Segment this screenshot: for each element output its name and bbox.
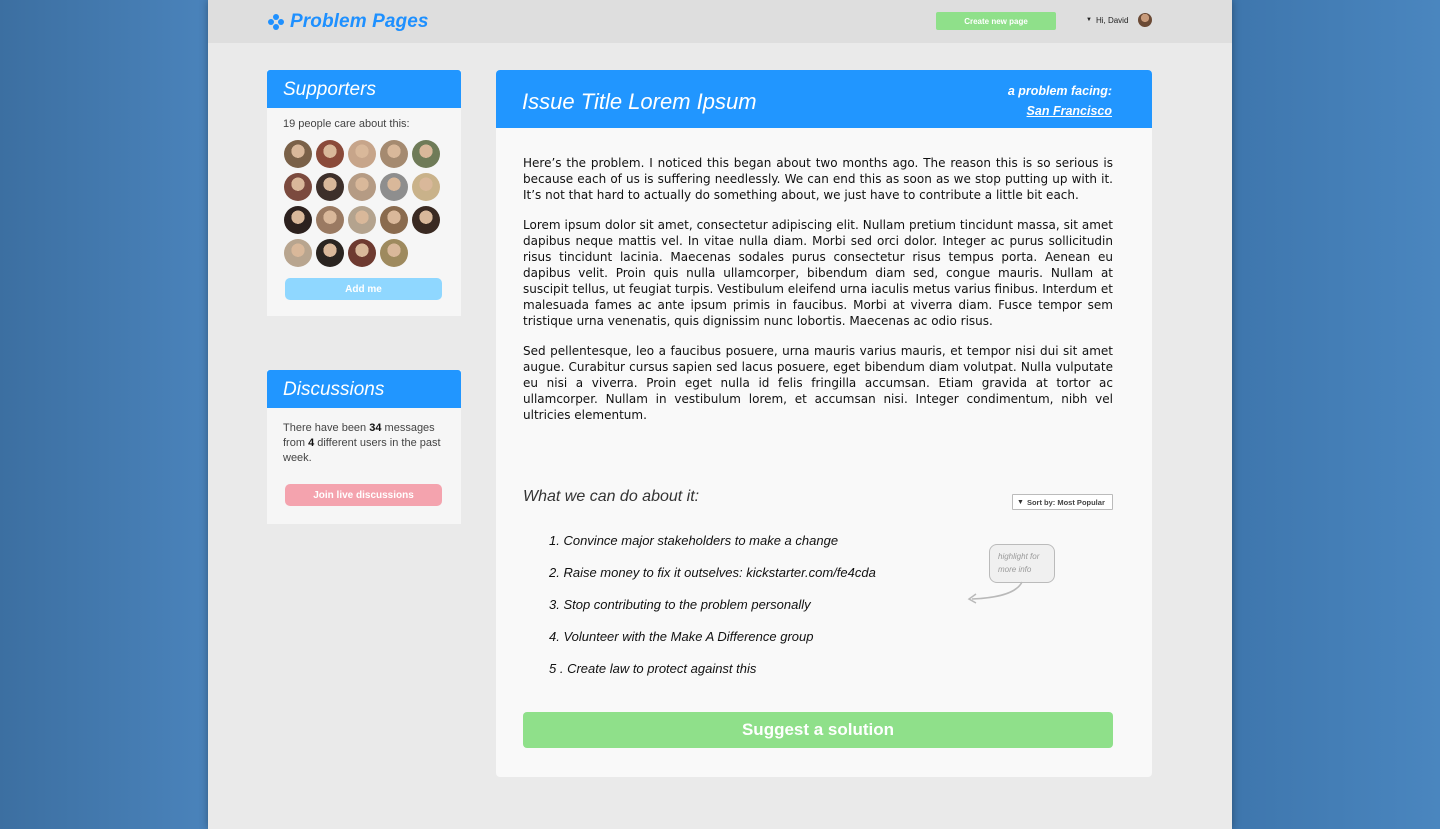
issue-description: Here’s the problem. I noticed this began…	[523, 155, 1113, 437]
user-avatar	[1138, 13, 1153, 27]
caret-down-icon: ▼	[1086, 17, 1092, 23]
desktop-background-left	[0, 0, 208, 829]
problem-facing: a problem facing: San Francisco	[1008, 81, 1112, 121]
supporters-card: Supporters 19 people care about this: Ad…	[267, 70, 461, 316]
discussions-summary: There have been 34 messages from 4 diffe…	[283, 422, 441, 464]
actions-title: What we can do about it:	[523, 488, 700, 505]
supporter-avatar[interactable]	[316, 239, 344, 267]
issue-header: Issue Title Lorem Ipsum a problem facing…	[496, 70, 1152, 128]
supporter-avatar[interactable]	[284, 173, 312, 201]
supporter-avatar[interactable]	[316, 140, 344, 168]
logo-icon	[268, 14, 284, 30]
solution-item[interactable]: 2. Raise money to fix it outselves: kick…	[549, 565, 876, 597]
solution-item[interactable]: 4. Volunteer with the Make A Difference …	[549, 629, 876, 661]
page: Problem Pages Create new page ▼ Hi, Davi…	[208, 0, 1232, 829]
message-count: 34	[369, 422, 382, 434]
supporters-title: Supporters	[267, 70, 461, 108]
supporter-avatar[interactable]	[284, 140, 312, 168]
user-greeting: Hi, David	[1095, 15, 1129, 25]
supporter-avatar[interactable]	[316, 206, 344, 234]
supporter-avatar[interactable]	[284, 239, 312, 267]
dropdown-arrow-icon: ▼	[1017, 498, 1024, 506]
logo[interactable]: Problem Pages	[268, 9, 429, 35]
issue-panel: Issue Title Lorem Ipsum a problem facing…	[496, 70, 1152, 777]
supporter-avatar[interactable]	[348, 140, 376, 168]
description-paragraph: Sed pellentesque, leo a faucibus posuere…	[523, 344, 1113, 422]
supporter-avatar[interactable]	[412, 173, 440, 201]
solution-item[interactable]: 3. Stop contributing to the problem pers…	[549, 597, 876, 629]
description-paragraph: Here’s the problem. I noticed this began…	[523, 156, 1113, 202]
supporter-avatars	[284, 140, 444, 267]
location-link[interactable]: San Francisco	[1008, 101, 1112, 121]
supporters-count: 19 people care about this:	[283, 118, 410, 130]
supporter-avatar[interactable]	[412, 206, 440, 234]
hint-arrow-icon	[967, 581, 1023, 604]
supporter-avatar[interactable]	[316, 173, 344, 201]
create-new-page-button[interactable]: Create new page	[936, 12, 1056, 30]
sort-dropdown[interactable]: ▼ Sort by: Most Popular	[1012, 494, 1113, 510]
top-bar: Problem Pages Create new page ▼ Hi, Davi…	[208, 0, 1232, 43]
desktop-background-right	[1232, 0, 1440, 829]
supporter-avatar[interactable]	[380, 206, 408, 234]
user-menu[interactable]: ▼ Hi, David	[1086, 13, 1153, 27]
sort-label: Sort by: Most Popular	[1026, 497, 1105, 507]
solution-item[interactable]: 1. Convince major stakeholders to make a…	[549, 533, 876, 565]
solutions-list: 1. Convince major stakeholders to make a…	[549, 533, 876, 693]
supporter-avatar[interactable]	[412, 140, 440, 168]
logo-text: Problem Pages	[290, 11, 429, 32]
discussions-title: Discussions	[267, 370, 461, 408]
supporter-avatar[interactable]	[348, 206, 376, 234]
discussions-card: Discussions There have been 34 messages …	[267, 370, 461, 524]
supporter-avatar[interactable]	[380, 173, 408, 201]
issue-title: Issue Title Lorem Ipsum	[522, 89, 757, 114]
supporter-avatar[interactable]	[380, 239, 408, 267]
hint-bubble: highlight for more info	[989, 544, 1055, 583]
supporter-avatar[interactable]	[348, 239, 376, 267]
facing-label: a problem facing:	[1007, 84, 1112, 98]
description-paragraph: Lorem ipsum dolor sit amet, consectetur …	[523, 218, 1113, 328]
add-me-button[interactable]: Add me	[285, 278, 442, 300]
join-live-discussions-button[interactable]: Join live discussions	[285, 484, 442, 506]
supporter-avatar[interactable]	[348, 173, 376, 201]
solution-item[interactable]: 5 . Create law to protect against this	[549, 661, 876, 693]
suggest-solution-button[interactable]: Suggest a solution	[523, 712, 1113, 748]
supporter-avatar[interactable]	[284, 206, 312, 234]
supporter-avatar[interactable]	[380, 140, 408, 168]
